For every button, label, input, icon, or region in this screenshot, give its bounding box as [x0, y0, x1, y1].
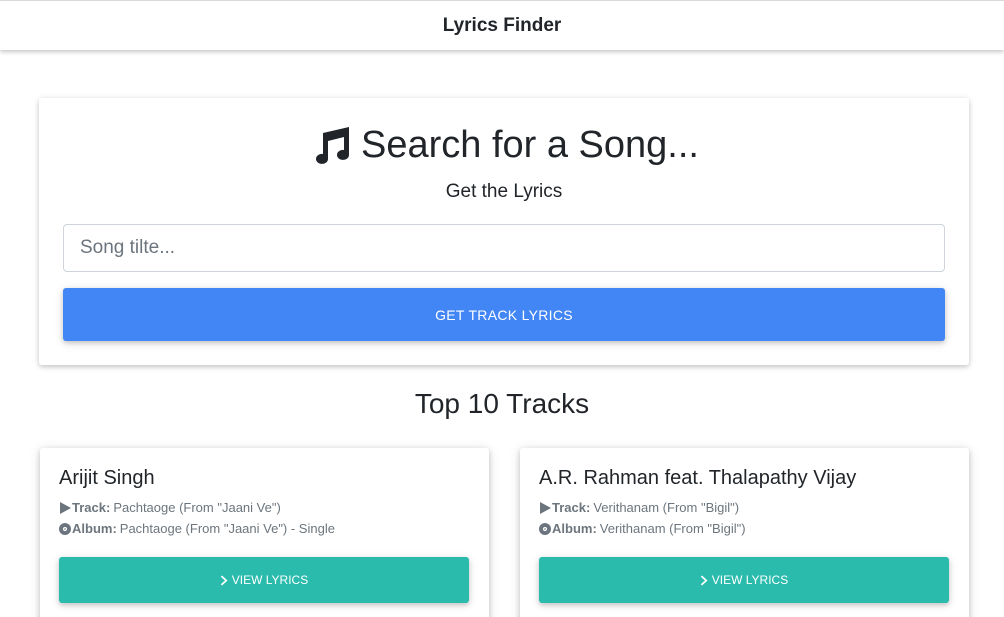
track-label: Track: [552, 500, 591, 515]
compact-disc-icon [539, 522, 551, 535]
navbar: Lyrics Finder [0, 0, 1004, 50]
song-title-input[interactable] [63, 224, 945, 272]
track-card: A.R. Rahman feat. Thalapathy Vijay Track… [520, 448, 969, 617]
album-info: Album: Verithanam (From "Bigil") [539, 521, 746, 536]
compact-disc-icon [59, 522, 71, 535]
track-label: Track: [72, 500, 111, 515]
album-info: Album: Pachtaoge (From "Jaani Ve") - Sin… [59, 521, 335, 536]
artist-name: Arijit Singh [59, 467, 155, 489]
album-name: Verithanam (From "Bigil") [599, 521, 746, 536]
search-card: Search for a Song... Get the Lyrics GET … [39, 98, 969, 365]
chevron-right-icon [220, 575, 228, 585]
album-label: Album: [72, 521, 117, 536]
get-track-lyrics-button[interactable]: GET TRACK LYRICS [63, 288, 945, 341]
track-card: Arijit Singh Track: Pachtaoge (From "Jaa… [40, 448, 489, 617]
track-name: Verithanam (From "Bigil") [593, 500, 740, 515]
album-label: Album: [552, 521, 597, 536]
navbar-brand[interactable]: Lyrics Finder [443, 15, 562, 37]
search-title-text: Search for a Song... [361, 123, 699, 166]
play-icon [540, 501, 551, 514]
search-subtitle: Get the Lyrics [445, 181, 563, 202]
top-tracks-heading: Top 10 Tracks [414, 388, 590, 419]
track-info: Track: Pachtaoge (From "Jaani Ve") [59, 500, 281, 515]
music-note-icon [316, 127, 349, 164]
view-lyrics-label: VIEW LYRICS [711, 573, 789, 587]
view-lyrics-button[interactable]: VIEW LYRICS [59, 557, 469, 603]
album-name: Pachtaoge (From "Jaani Ve") - Single [119, 521, 335, 536]
chevron-right-icon [700, 575, 708, 585]
view-lyrics-label: VIEW LYRICS [231, 573, 309, 587]
track-info: Track: Verithanam (From "Bigil") [539, 500, 739, 515]
play-icon [60, 501, 71, 514]
artist-name: A.R. Rahman feat. Thalapathy Vijay [539, 467, 857, 489]
view-lyrics-button[interactable]: VIEW LYRICS [539, 557, 949, 603]
search-title: Search for a Song... [39, 120, 969, 170]
track-name: Pachtaoge (From "Jaani Ve") [113, 500, 281, 515]
